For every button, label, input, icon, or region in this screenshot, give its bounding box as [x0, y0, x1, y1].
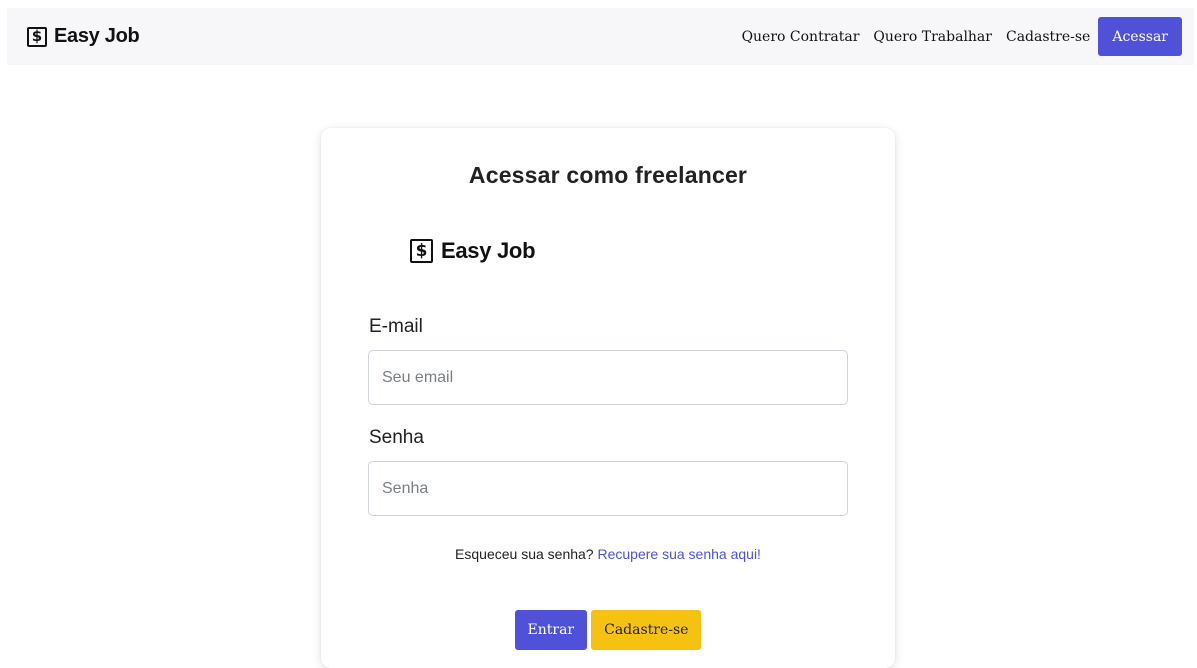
nav-link-quero-trabalhar[interactable]: Quero Trabalhar: [873, 29, 992, 45]
password-field[interactable]: [368, 461, 848, 516]
email-field[interactable]: [368, 350, 848, 405]
nav-links: Quero Contratar Quero Trabalhar Cadastre…: [728, 17, 1182, 56]
card-logo: $ Easy Job: [410, 238, 536, 264]
forgot-password-prompt: Esqueceu sua senha?: [455, 546, 594, 562]
password-label: Senha: [369, 427, 424, 448]
login-button[interactable]: Entrar: [514, 610, 588, 650]
access-button[interactable]: Acessar: [1098, 17, 1182, 56]
card-title: Acessar como freelancer: [468, 162, 748, 188]
recover-password-link[interactable]: Recupere sua senha aqui!: [598, 546, 761, 562]
form-actions: Entrar Cadastre-se: [321, 610, 895, 650]
brand-name: Easy Job: [54, 25, 140, 47]
register-button[interactable]: Cadastre-se: [591, 610, 702, 650]
forgot-password-text: Esqueceu sua senha? Recupere sua senha a…: [321, 546, 895, 562]
nav-link-cadastre-se[interactable]: Cadastre-se: [1006, 29, 1090, 45]
navbar-brand[interactable]: $ Easy Job: [27, 25, 140, 48]
dollar-icon: $: [410, 239, 433, 263]
brand-name: Easy Job: [441, 238, 536, 263]
email-label: E-mail: [369, 316, 423, 337]
top-navbar: $ Easy Job Quero Contratar Quero Trabalh…: [7, 8, 1194, 65]
dollar-icon: $: [27, 26, 47, 47]
nav-link-quero-contratar[interactable]: Quero Contratar: [742, 29, 860, 45]
login-card: Acessar como freelancer $ Easy Job E-mai…: [321, 128, 895, 668]
